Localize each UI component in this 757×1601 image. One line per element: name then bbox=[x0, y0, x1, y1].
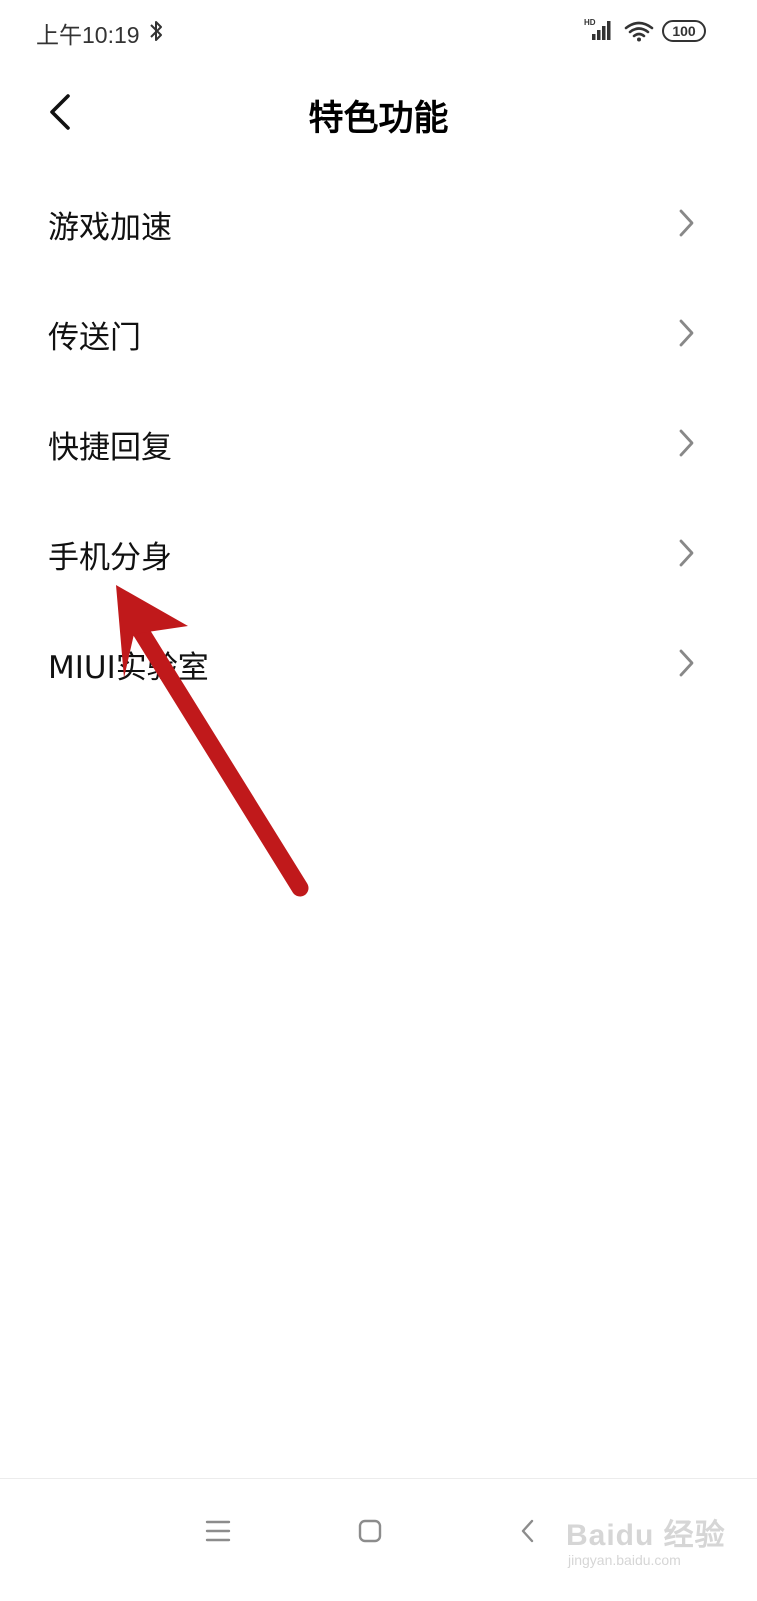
menu-icon bbox=[205, 1520, 231, 1542]
back-button[interactable] bbox=[40, 90, 84, 134]
chevron-right-icon bbox=[676, 208, 696, 242]
nav-back-button[interactable] bbox=[506, 1509, 550, 1553]
watermark-url: jingyan.baidu.com bbox=[568, 1552, 681, 1568]
watermark-logo: Baidu 经验 bbox=[566, 1519, 726, 1552]
list-item-label: 快捷回复 bbox=[48, 430, 172, 466]
network-badge: HD bbox=[584, 18, 596, 27]
list-item-game-boost[interactable]: 游戏加速 bbox=[0, 168, 757, 278]
menu-button[interactable] bbox=[196, 1509, 240, 1553]
home-icon bbox=[358, 1519, 382, 1543]
list-item-quick-reply[interactable]: 快捷回复 bbox=[0, 388, 757, 498]
feature-list: 游戏加速 传送门 快捷回复 手机分身 MIUI实验室 bbox=[0, 168, 757, 718]
header: 特色功能 bbox=[0, 80, 757, 144]
list-item-portal[interactable]: 传送门 bbox=[0, 278, 757, 388]
signal-icon: HD bbox=[584, 18, 616, 46]
home-button[interactable] bbox=[348, 1509, 392, 1553]
list-item-second-space[interactable]: 手机分身 bbox=[0, 498, 757, 608]
chevron-right-icon bbox=[676, 428, 696, 462]
chevron-right-icon bbox=[676, 318, 696, 352]
status-time: 上午10:19 bbox=[36, 22, 140, 48]
list-item-label: 传送门 bbox=[48, 320, 141, 356]
back-icon bbox=[521, 1519, 534, 1543]
list-item-miui-lab[interactable]: MIUI实验室 bbox=[0, 608, 757, 718]
battery-icon: 100 bbox=[662, 20, 706, 42]
chevron-right-icon bbox=[676, 538, 696, 572]
list-item-label: MIUI实验室 bbox=[48, 650, 209, 686]
list-item-label: 手机分身 bbox=[48, 540, 172, 576]
back-arrow-icon bbox=[50, 94, 70, 130]
list-item-label: 游戏加速 bbox=[48, 210, 172, 246]
page-title: 特色功能 bbox=[308, 99, 449, 139]
chevron-right-icon bbox=[676, 648, 696, 682]
baidu-watermark: Baidu 经验 jingyan.baidu.com bbox=[566, 1490, 746, 1590]
wifi-icon bbox=[624, 20, 654, 46]
bluetooth-icon bbox=[148, 18, 164, 48]
status-bar: 上午10:19 HD 100 bbox=[0, 0, 757, 64]
